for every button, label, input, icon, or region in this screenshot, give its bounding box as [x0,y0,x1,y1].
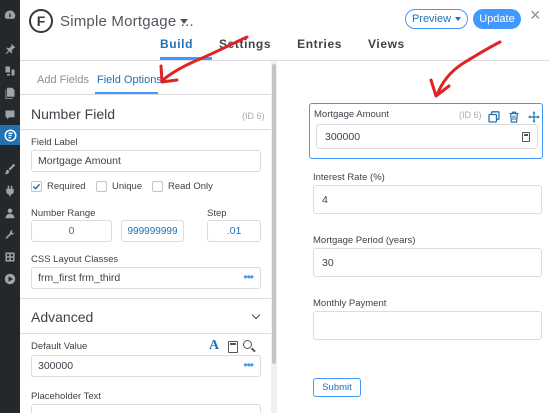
divider [20,333,271,334]
dashboard-icon[interactable] [3,8,17,22]
preview-button-label: Preview [411,13,452,25]
pages-icon[interactable] [3,86,17,100]
close-icon[interactable]: × [530,6,541,24]
formidable-icon[interactable] [0,125,20,145]
required-label: Required [47,181,86,192]
sidebar-subtabs: Add Fields Field Options [20,61,271,95]
play-icon[interactable] [3,272,17,286]
form-preview: Mortgage Amount (ID 6) 300000 Interest R… [277,61,550,413]
read-only-label: Read Only [168,181,213,192]
step-label: Step [207,208,227,219]
more-options-icon[interactable]: ••• [243,359,254,371]
wp-admin-menu [0,0,25,413]
subtab-field-options[interactable]: Field Options [97,74,162,86]
more-options-icon[interactable]: ••• [243,271,254,283]
interest-rate-label: Interest Rate (%) [313,172,385,183]
field-label-caption: Field Label [31,137,78,148]
placeholder-label: Placeholder Text [31,391,102,402]
required-checkbox[interactable]: Required [31,181,86,192]
duplicate-icon[interactable] [488,110,500,123]
active-tab-indicator [160,57,212,60]
builder-tabs: Build Settings Entries Views [160,37,431,51]
formidable-logo-icon: F [29,9,53,33]
divider [20,298,271,299]
tools-icon[interactable] [3,228,17,242]
text-format-icon[interactable]: A [209,338,219,354]
scrollbar-thumb[interactable] [272,64,276,364]
mortgage-period-input[interactable]: 30 [313,248,542,277]
placeholder-input[interactable] [31,404,261,413]
css-classes-value: frm_first frm_third [38,272,121,284]
unique-label: Unique [112,181,143,192]
calculator-icon[interactable] [228,341,238,353]
tab-settings[interactable]: Settings [219,37,271,51]
update-button[interactable]: Update [473,9,521,29]
tab-views[interactable]: Views [368,37,405,51]
selected-field-id: (ID 6) [459,110,482,120]
calculator-icon [522,132,530,142]
checkbox-empty-icon [96,181,107,192]
range-min-input[interactable]: 0 [31,220,112,242]
submit-button[interactable]: Submit [313,378,361,397]
advanced-section-title[interactable]: Advanced [31,309,93,325]
preview-button[interactable]: Preview [405,9,468,29]
active-subtab-indicator [95,92,158,94]
default-value-text: 300000 [38,360,74,372]
default-value-input[interactable]: 300000 ••• [31,355,261,377]
number-range-label: Number Range [31,208,96,219]
app-root: F Simple Mortgage ... Preview Update × B… [0,0,550,413]
interest-rate-input[interactable]: 4 [313,185,542,214]
step-input[interactable]: .01 [207,220,261,242]
mortgage-amount-value: 300000 [325,130,361,143]
default-value-label: Default Value [31,341,88,352]
field-label-input[interactable]: Mortgage Amount [31,150,261,172]
preview-chevron-down-icon [455,17,462,21]
css-classes-input[interactable]: frm_first frm_third ••• [31,267,261,289]
mortgage-amount-input[interactable]: 300000 [316,124,538,149]
form-builder-header: F Simple Mortgage ... Preview Update × B… [20,0,550,61]
divider [20,129,271,130]
field-id-label: (ID 6) [242,111,265,121]
subtab-add-fields[interactable]: Add Fields [37,74,89,86]
appearance-icon[interactable] [3,162,17,176]
monthly-payment-input[interactable] [313,311,542,340]
field-type-title: Number Field [31,106,116,122]
range-max-input[interactable]: 999999999 [121,220,184,242]
form-title[interactable]: Simple Mortgage ... [60,13,194,30]
read-only-checkbox[interactable]: Read Only [152,181,213,192]
checkbox-checked-icon [31,181,42,192]
field-options-panel: Add Fields Field Options Number Field (I… [20,61,271,413]
users-icon[interactable] [3,206,17,220]
posts-icon[interactable] [3,42,17,56]
mortgage-period-label: Mortgage Period (years) [313,235,416,246]
title-dropdown-chevron-icon[interactable] [180,19,188,24]
monthly-payment-label: Monthly Payment [313,298,387,309]
tab-build[interactable]: Build [160,37,193,51]
unique-checkbox[interactable]: Unique [96,181,142,192]
css-classes-label: CSS Layout Classes [31,254,119,265]
mortgage-amount-label: Mortgage Amount [314,109,389,120]
plugins-icon[interactable] [3,184,17,198]
chevron-down-icon[interactable] [251,310,261,320]
media-icon[interactable] [3,64,17,78]
tab-entries[interactable]: Entries [297,37,342,51]
settings-icon[interactable] [3,250,17,264]
checkbox-empty-icon [152,181,163,192]
search-icon[interactable] [243,340,252,349]
comments-icon[interactable] [3,108,17,122]
trash-icon[interactable] [508,110,520,123]
move-icon[interactable] [528,110,540,123]
